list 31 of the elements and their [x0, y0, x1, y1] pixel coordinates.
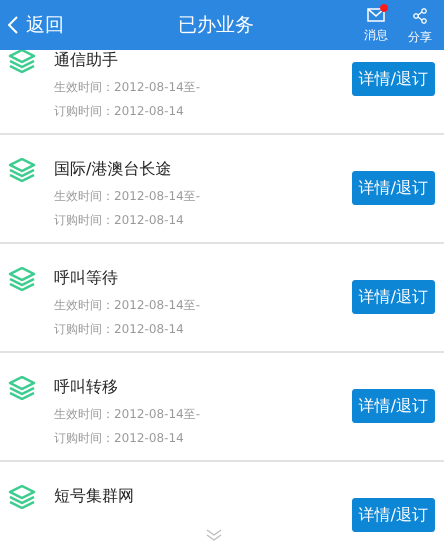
double-chevron-down-icon [205, 528, 223, 542]
service-detail: 生效时间：2012-08-14至- [54, 79, 202, 96]
messages-button[interactable]: 消息 [364, 8, 388, 46]
details-unsubscribe-button[interactable]: 详情/退订 [352, 389, 435, 423]
details-unsubscribe-button[interactable]: 详情/退订 [352, 62, 435, 96]
chevron-left-icon [8, 16, 18, 34]
layers-icon [8, 485, 36, 509]
service-name: 国际/港澳台长途 [54, 158, 172, 180]
service-name: 短号集群网 [54, 485, 135, 507]
layers-icon [8, 158, 36, 182]
details-unsubscribe-button[interactable]: 详情/退订 [352, 171, 435, 205]
service-detail: 订购时间：2012-08-14 [54, 430, 185, 447]
service-name: 通信助手 [54, 50, 119, 71]
layers-icon [8, 376, 36, 400]
details-unsubscribe-button[interactable]: 详情/退订 [352, 280, 435, 314]
service-detail: 订购时间：2012-08-14 [54, 321, 185, 338]
share-icon [412, 8, 428, 24]
service-detail: 生效时间：2012-08-14至- [54, 297, 202, 314]
back-button[interactable]: 返回 [0, 10, 64, 40]
share-button[interactable]: 分享 [408, 8, 432, 46]
envelope-icon [367, 8, 385, 22]
details-unsubscribe-button[interactable]: 详情/退订 [352, 498, 435, 532]
service-name: 呼叫转移 [54, 376, 119, 398]
service-detail: 生效时间：2012-08-14至- [54, 188, 202, 205]
service-detail: 订购时间：2012-08-14 [54, 212, 185, 229]
layers-icon [8, 50, 36, 73]
service-detail: 订购时间：2012-08-14 [54, 103, 185, 120]
page-title: 已办业务 [178, 12, 254, 38]
layers-icon [8, 267, 36, 291]
service-detail: 生效时间：2012-08-14至- [54, 406, 202, 423]
service-name: 呼叫等待 [54, 267, 119, 289]
